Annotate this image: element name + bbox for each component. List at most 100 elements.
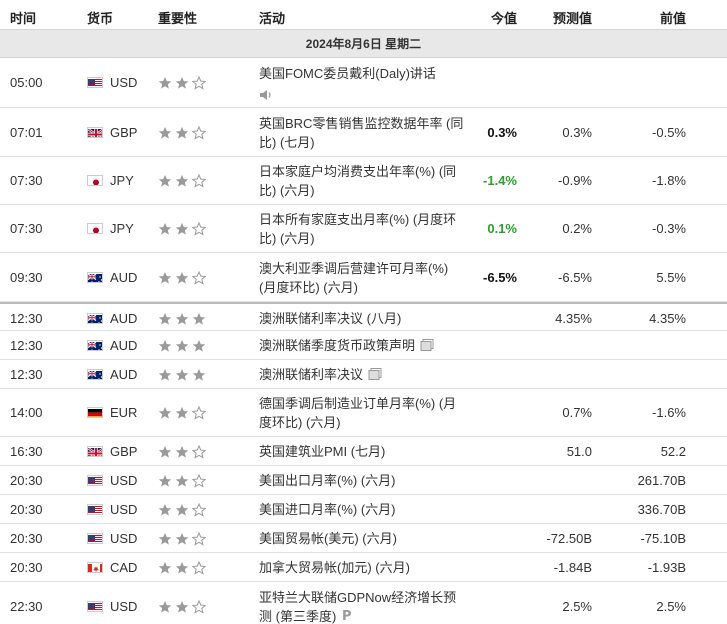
forecast-value: 51.0 xyxy=(566,443,592,459)
event-activity[interactable]: 美国贸易帐(美元) (六月) xyxy=(259,529,464,548)
table-row[interactable]: 20:30 USD 美国进口月率(%) (六月) 336.70B xyxy=(0,495,727,524)
event-activity[interactable]: 德国季调后制造业订单月率(%) (月度环比) (六月) xyxy=(259,394,464,432)
table-row[interactable]: 22:30 USD 亚特兰大联储GDPNow经济增长预测 (第三季度) P 2.5% 2.… xyxy=(0,582,727,624)
currency-code: CAD xyxy=(110,559,138,575)
table-row[interactable]: 07:01 GBP 英国BRC零售销售监控数据年率 (同比) (七月) 0.3% 0.3… xyxy=(0,108,727,157)
currency-code: USD xyxy=(110,530,138,546)
forecast-value: 2.5% xyxy=(562,598,592,614)
activity-label: 加拿大贸易帐(加元) (六月) xyxy=(259,560,410,575)
event-activity[interactable]: 亚特兰大联储GDPNow经济增长预测 (第三季度) P xyxy=(259,588,464,624)
event-activity[interactable]: 澳大利亚季调后营建许可月率(%) (月度环比) (六月) xyxy=(259,259,464,297)
activity-label: 美国出口月率(%) (六月) xyxy=(259,473,396,488)
table-row[interactable]: 05:00 USD 美国FOMC委员戴利(Daly)讲话 xyxy=(0,58,727,108)
importance-stars xyxy=(158,531,207,546)
document-icon[interactable] xyxy=(420,337,434,356)
preliminary-icon[interactable]: P xyxy=(341,608,353,624)
star-empty-icon xyxy=(191,560,207,575)
star-filled-icon xyxy=(175,503,189,517)
forecast-value: 0.7% xyxy=(562,405,592,420)
actual-value: -6.5% xyxy=(483,269,517,285)
event-time: 07:30 xyxy=(10,221,43,236)
event-activity[interactable]: 英国建筑业PMI (七月) xyxy=(259,442,464,461)
star-filled-icon xyxy=(192,368,206,382)
event-activity[interactable]: 澳洲联储利率决议 xyxy=(259,365,464,385)
previous-value: 5.5% xyxy=(656,269,686,285)
importance-stars xyxy=(158,444,207,459)
currency-code: USD xyxy=(110,501,138,517)
flag-jp-icon xyxy=(87,175,103,186)
star-filled-icon xyxy=(175,600,189,614)
forecast-value: -1.84B xyxy=(553,559,592,575)
event-activity[interactable]: 英国BRC零售销售监控数据年率 (同比) (七月) xyxy=(259,114,464,152)
table-row[interactable]: 16:30 GBP 英国建筑业PMI (七月) 51.0 52.2 xyxy=(0,437,727,466)
table-row[interactable]: 12:30 AUD 澳洲联储季度货币政策声明 xyxy=(0,331,727,360)
star-filled-icon xyxy=(175,339,189,353)
table-row[interactable]: 07:30 JPY 日本家庭户均消费支出年率(%) (同比) (六月) -1.4% -0… xyxy=(0,157,727,205)
star-filled-icon xyxy=(175,312,189,326)
importance-stars xyxy=(158,599,207,614)
event-time: 20:30 xyxy=(10,530,43,546)
event-activity[interactable]: 美国出口月率(%) (六月) xyxy=(259,471,464,490)
star-empty-icon xyxy=(191,444,207,459)
star-empty-icon xyxy=(191,599,207,614)
event-activity[interactable]: 澳洲联储季度货币政策声明 xyxy=(259,336,464,356)
header-currency: 货币 xyxy=(87,11,114,26)
event-time: 20:30 xyxy=(10,501,43,517)
star-filled-icon xyxy=(158,174,172,188)
importance-stars xyxy=(158,368,206,382)
flag-ca-icon xyxy=(87,561,103,573)
header-importance: 重要性 xyxy=(158,11,198,26)
event-activity[interactable]: 日本所有家庭支出月率(%) (月度环比) (六月) xyxy=(259,210,464,248)
star-filled-icon xyxy=(175,126,189,140)
event-activity[interactable]: 美国FOMC委员戴利(Daly)讲话 xyxy=(259,64,464,106)
event-activity[interactable]: 美国进口月率(%) (六月) xyxy=(259,500,464,519)
table-row[interactable]: 20:30 USD 美国出口月率(%) (六月) 261.70B xyxy=(0,466,727,495)
table-row[interactable]: 09:30 AUD 澳大利亚季调后营建许可月率(%) (月度环比) (六月) -6.5… xyxy=(0,253,727,302)
header-forecast: 预测值 xyxy=(552,11,592,26)
currency-code: USD xyxy=(110,598,138,614)
table-row[interactable]: 20:30 CAD 加拿大贸易帐(加元) (六月) -1.84B -1.93B xyxy=(0,553,727,582)
activity-label: 英国BRC零售销售监控数据年率 (同比) (七月) xyxy=(259,115,464,150)
activity-label: 澳大利亚季调后营建许可月率(%) (月度环比) (六月) xyxy=(259,260,449,295)
previous-value: -1.8% xyxy=(652,173,686,188)
table-row[interactable]: 20:30 USD 美国贸易帐(美元) (六月) -72.50B -75.10B xyxy=(0,524,727,553)
event-activity[interactable]: 澳洲联储利率决议 (八月) xyxy=(259,309,464,328)
table-row[interactable]: 12:30 AUD 澳洲联储利率决议 xyxy=(0,360,727,389)
flag-us-icon xyxy=(87,474,103,486)
star-filled-icon xyxy=(192,339,206,353)
activity-label: 澳洲联储利率决议 xyxy=(259,367,364,382)
star-filled-icon xyxy=(158,271,172,285)
star-empty-icon xyxy=(191,75,207,90)
currency-code: AUD xyxy=(110,269,138,285)
currency-code: JPY xyxy=(110,173,134,188)
previous-value: -0.5% xyxy=(652,124,686,140)
speaker-icon[interactable] xyxy=(259,87,464,106)
star-filled-icon xyxy=(158,339,172,353)
star-filled-icon xyxy=(175,76,189,90)
previous-value: 4.35% xyxy=(649,310,686,326)
previous-value: -1.93B xyxy=(647,559,686,575)
star-empty-icon xyxy=(191,502,207,517)
star-empty-icon xyxy=(191,531,207,546)
star-filled-icon xyxy=(158,561,172,575)
importance-stars xyxy=(158,125,207,140)
table-row[interactable]: 12:30 AUD 澳洲联储利率决议 (八月) 4.35% 4.35% xyxy=(0,302,727,331)
document-icon[interactable] xyxy=(368,366,382,385)
star-filled-icon xyxy=(158,406,172,420)
event-time: 22:30 xyxy=(10,598,43,614)
table-row[interactable]: 07:30 JPY 日本所有家庭支出月率(%) (月度环比) (六月) 0.1% 0.2… xyxy=(0,205,727,253)
activity-label: 美国FOMC委员戴利(Daly)讲话 xyxy=(259,66,436,81)
activity-label: 日本家庭户均消费支出年率(%) (同比) (六月) xyxy=(259,164,457,198)
event-activity[interactable]: 加拿大贸易帐(加元) (六月) xyxy=(259,558,464,577)
currency-code: AUD xyxy=(110,366,138,382)
event-activity[interactable]: 日本家庭户均消费支出年率(%) (同比) (六月) xyxy=(259,162,464,200)
flag-jp-icon xyxy=(87,223,103,234)
currency-code: GBP xyxy=(110,443,138,459)
currency-code: AUD xyxy=(110,337,138,353)
flag-gb-icon xyxy=(87,445,103,457)
star-filled-icon xyxy=(158,445,172,459)
table-row[interactable]: 14:00 EUR 德国季调后制造业订单月率(%) (月度环比) (六月) 0.7% -… xyxy=(0,389,727,437)
rows-container: 05:00 USD 美国FOMC委员戴利(Daly)讲话 07:01 GBP 英国BRC零… xyxy=(0,58,727,624)
importance-stars xyxy=(158,270,207,285)
previous-value: -0.3% xyxy=(652,221,686,236)
